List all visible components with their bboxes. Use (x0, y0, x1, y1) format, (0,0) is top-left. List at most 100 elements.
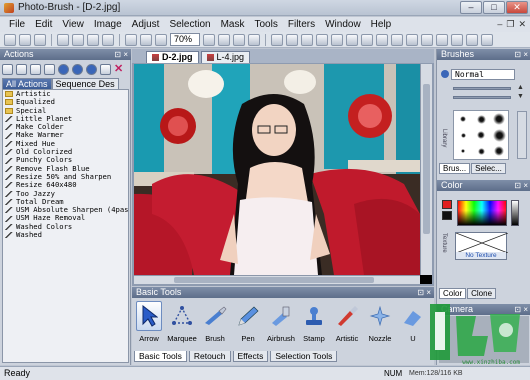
tool-artistic[interactable]: Artistic (332, 301, 362, 349)
brush-library-scrollbar[interactable] (517, 111, 527, 159)
play-step-icon[interactable] (100, 63, 111, 75)
cut-icon[interactable] (57, 33, 69, 46)
paste-icon[interactable] (87, 33, 99, 46)
photo-image[interactable] (134, 64, 420, 275)
panel-pin-icon[interactable]: ⊡ × (114, 49, 128, 60)
history-icon[interactable] (155, 33, 167, 46)
tab-sequence-designer[interactable]: Sequence Des (51, 78, 119, 89)
edit-action-icon[interactable] (44, 63, 55, 75)
tool-stamp[interactable]: Stamp (299, 301, 329, 349)
panel-pin-icon[interactable]: ⊡ × (417, 287, 431, 298)
action-item[interactable]: Washed (3, 230, 128, 239)
wand-icon[interactable] (466, 33, 478, 46)
brightness-slider[interactable] (511, 200, 519, 226)
menu-tools[interactable]: Tools (250, 19, 283, 30)
eyedropper-icon[interactable] (361, 33, 373, 46)
undo-icon[interactable] (125, 33, 137, 46)
brush-preset[interactable] (490, 143, 508, 159)
tab-clone[interactable]: Clone (467, 288, 497, 299)
blend-mode-select[interactable]: Normal (451, 69, 515, 80)
hand-icon[interactable] (346, 33, 358, 46)
menu-filters[interactable]: Filters (283, 19, 320, 30)
panel-pin-icon[interactable]: ⊡ × (514, 49, 528, 60)
tool-marquee[interactable]: Marquee (167, 301, 197, 349)
menu-edit[interactable]: Edit (30, 19, 57, 30)
menu-mask[interactable]: Mask (216, 19, 250, 30)
crop-icon[interactable] (271, 33, 283, 46)
brush-preset[interactable] (454, 111, 472, 127)
shape-icon[interactable] (421, 33, 433, 46)
layers-icon[interactable] (436, 33, 448, 46)
brush-preset[interactable] (490, 111, 508, 127)
zoom-dropdown-icon[interactable] (203, 33, 215, 46)
gradient-icon[interactable] (406, 33, 418, 46)
close-button[interactable]: ✕ (506, 1, 528, 14)
tab-effects[interactable]: Effects (232, 351, 269, 362)
panel-pin-icon[interactable]: ⊡ × (514, 304, 528, 315)
document-tab-l4[interactable]: L-4.jpg (200, 51, 251, 63)
print-icon[interactable] (102, 33, 114, 46)
tool-airbrush[interactable]: Airbrush (266, 301, 296, 349)
open-file-icon[interactable] (19, 33, 31, 46)
tab-color[interactable]: Color (439, 288, 467, 299)
texture-side-tab[interactable]: Texture (441, 233, 447, 253)
menu-view[interactable]: View (57, 19, 89, 30)
slider-arrows-icon[interactable]: ▲ ▼ (517, 83, 527, 101)
mdi-minimize-button[interactable]: – (497, 19, 502, 30)
tool-brush[interactable]: Brush (200, 301, 230, 349)
vertical-scrollbar[interactable] (420, 64, 432, 275)
minimize-button[interactable]: – (460, 1, 482, 14)
zoom-level-field[interactable]: 70% (170, 33, 200, 46)
menu-selection[interactable]: Selection (164, 19, 215, 30)
color-spectrum-picker[interactable] (457, 200, 507, 226)
save-file-icon[interactable] (34, 33, 46, 46)
tool-u[interactable]: U (398, 301, 428, 349)
grid-icon[interactable] (451, 33, 463, 46)
zoom-out-icon[interactable] (233, 33, 245, 46)
tab-all-actions[interactable]: All Actions (2, 78, 52, 89)
play-icon[interactable] (86, 63, 97, 75)
tool-nozzle[interactable]: Nozzle (365, 301, 395, 349)
brush-preset[interactable] (454, 143, 472, 159)
record-icon[interactable] (58, 63, 69, 75)
panel-pin-icon[interactable]: ⊡ × (514, 180, 528, 191)
zoom-fit-icon[interactable] (248, 33, 260, 46)
horizontal-scroll-thumb[interactable] (174, 277, 374, 283)
open-action-icon[interactable] (16, 63, 27, 75)
image-canvas[interactable] (134, 64, 432, 284)
horizontal-scrollbar[interactable] (134, 275, 420, 284)
new-action-icon[interactable] (2, 63, 13, 75)
help-icon[interactable] (481, 33, 493, 46)
mdi-close-button[interactable]: ✕ (518, 19, 526, 30)
menu-adjust[interactable]: Adjust (127, 19, 165, 30)
tab-selection[interactable]: Selec... (471, 163, 506, 174)
magnify-icon[interactable] (331, 33, 343, 46)
menu-window[interactable]: Window (320, 19, 366, 30)
foreground-color-swatch[interactable] (442, 200, 452, 209)
save-action-icon[interactable] (30, 63, 41, 75)
tab-brushes[interactable]: Brus... (439, 163, 471, 174)
brush-preset[interactable] (472, 127, 490, 143)
mdi-restore-button[interactable]: ❐ (506, 19, 514, 30)
tab-retouch[interactable]: Retouch (188, 351, 231, 362)
tab-selection-tools[interactable]: Selection Tools (270, 351, 338, 362)
tool-arrow[interactable]: Arrow (134, 301, 164, 349)
zoom-in-icon[interactable] (218, 33, 230, 46)
menu-help[interactable]: Help (366, 19, 397, 30)
menu-image[interactable]: Image (89, 19, 127, 30)
tab-basic-tools[interactable]: Basic Tools (134, 351, 187, 362)
tool-pen[interactable]: Pen (233, 301, 263, 349)
redo-icon[interactable] (140, 33, 152, 46)
maximize-button[interactable]: □ (483, 1, 505, 14)
brush-opacity-slider[interactable] (453, 96, 511, 99)
library-side-tab[interactable]: Library (441, 129, 447, 147)
brush-preset[interactable] (490, 127, 508, 143)
texture-preview[interactable]: No Texture (455, 232, 508, 260)
rotate-icon[interactable] (286, 33, 298, 46)
menu-file[interactable]: File (4, 19, 30, 30)
brush-size-slider[interactable] (453, 87, 511, 90)
pointer-icon[interactable] (316, 33, 328, 46)
document-tab-d2[interactable]: D-2.jpg (146, 51, 199, 63)
vertical-scroll-thumb[interactable] (423, 84, 430, 234)
fill-icon[interactable] (391, 33, 403, 46)
